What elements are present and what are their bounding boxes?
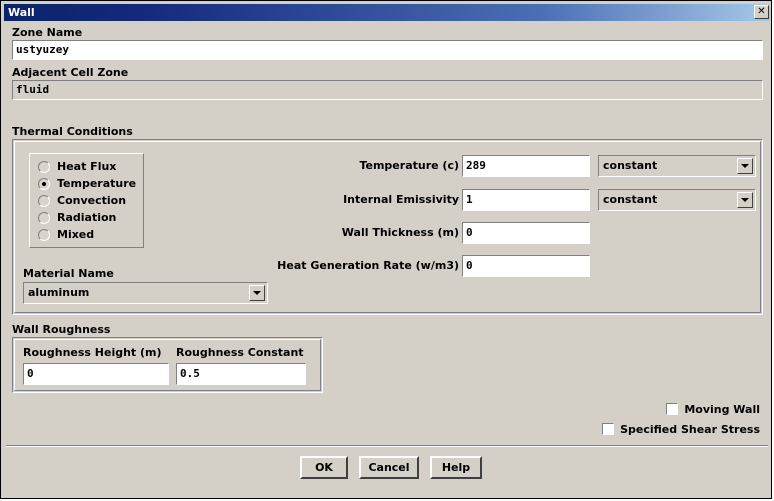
roughness-constant-input[interactable]: 0.5 bbox=[176, 363, 306, 385]
checkbox-icon bbox=[602, 423, 615, 435]
radio-radiation[interactable]: Radiation bbox=[38, 209, 116, 226]
radio-indicator-icon bbox=[38, 160, 50, 173]
specified-shear-stress-checkbox[interactable]: Specified Shear Stress bbox=[602, 421, 760, 437]
specified-shear-stress-label: Specified Shear Stress bbox=[620, 422, 760, 436]
cancel-button[interactable]: Cancel bbox=[359, 456, 419, 479]
roughness-height-input[interactable]: 0 bbox=[23, 363, 169, 385]
temperature-profile-value: constant bbox=[603, 159, 658, 172]
radio-mixed-label: Mixed bbox=[57, 228, 95, 241]
roughness-height-label: Roughness Height (m) bbox=[23, 346, 162, 359]
close-icon[interactable]: ✕ bbox=[754, 5, 769, 19]
moving-wall-label: Moving Wall bbox=[684, 402, 760, 416]
material-name-label: Material Name bbox=[23, 267, 114, 280]
radio-temperature-label: Temperature bbox=[57, 177, 137, 190]
ok-button[interactable]: OK bbox=[300, 456, 348, 479]
radio-heat-flux[interactable]: Heat Flux bbox=[38, 158, 116, 175]
radio-indicator-icon bbox=[38, 194, 50, 207]
heat-generation-rate-input[interactable]: 0 bbox=[462, 255, 590, 277]
adjacent-cell-zone-label: Adjacent Cell Zone bbox=[12, 66, 129, 79]
internal-emissivity-profile-value: constant bbox=[603, 193, 658, 206]
chevron-down-icon[interactable] bbox=[249, 285, 265, 301]
material-name-select[interactable]: aluminum bbox=[23, 282, 268, 304]
zone-name-input[interactable]: ustyuzey bbox=[12, 40, 763, 60]
chevron-down-icon[interactable] bbox=[737, 158, 753, 174]
temperature-profile-select[interactable]: constant bbox=[598, 155, 756, 177]
radio-convection-label: Convection bbox=[57, 194, 127, 207]
zone-name-label: Zone Name bbox=[12, 26, 83, 39]
radio-mixed[interactable]: Mixed bbox=[38, 226, 94, 243]
material-name-value: aluminum bbox=[28, 286, 90, 299]
adjacent-cell-zone-value: fluid bbox=[12, 80, 763, 100]
temperature-input[interactable]: 289 bbox=[462, 155, 590, 177]
checkbox-icon bbox=[666, 403, 679, 415]
internal-emissivity-profile-select[interactable]: constant bbox=[598, 189, 756, 211]
wall-dialog: Wall ✕ Zone Name ustyuzey Adjacent Cell … bbox=[0, 0, 772, 499]
radio-radiation-label: Radiation bbox=[57, 211, 117, 224]
radio-temperature[interactable]: Temperature bbox=[38, 175, 136, 192]
radio-convection[interactable]: Convection bbox=[38, 192, 126, 209]
radio-indicator-icon bbox=[38, 228, 50, 241]
temperature-label: Temperature (c) bbox=[359, 159, 459, 172]
button-bar-separator bbox=[6, 445, 768, 447]
thermal-condition-options: Heat Flux Temperature Convection Radiati… bbox=[29, 153, 144, 248]
heat-generation-rate-label: Heat Generation Rate (w/m3) bbox=[277, 259, 459, 272]
internal-emissivity-input[interactable]: 1 bbox=[462, 189, 590, 211]
roughness-constant-label: Roughness Constant bbox=[176, 346, 304, 359]
title-bar[interactable]: Wall ✕ bbox=[4, 4, 770, 21]
radio-indicator-selected-icon bbox=[38, 177, 50, 190]
wall-thickness-label: Wall Thickness (m) bbox=[341, 226, 459, 239]
help-button[interactable]: Help bbox=[430, 456, 482, 479]
radio-heat-flux-label: Heat Flux bbox=[57, 160, 117, 173]
chevron-down-icon[interactable] bbox=[737, 192, 753, 208]
radio-indicator-icon bbox=[38, 211, 50, 224]
internal-emissivity-label: Internal Emissivity bbox=[343, 193, 459, 206]
wall-roughness-group-label: Wall Roughness bbox=[12, 323, 111, 336]
wall-thickness-input[interactable]: 0 bbox=[462, 222, 590, 244]
window-title: Wall bbox=[8, 6, 35, 19]
moving-wall-checkbox[interactable]: Moving Wall bbox=[666, 401, 760, 417]
thermal-conditions-group-label: Thermal Conditions bbox=[12, 125, 133, 138]
